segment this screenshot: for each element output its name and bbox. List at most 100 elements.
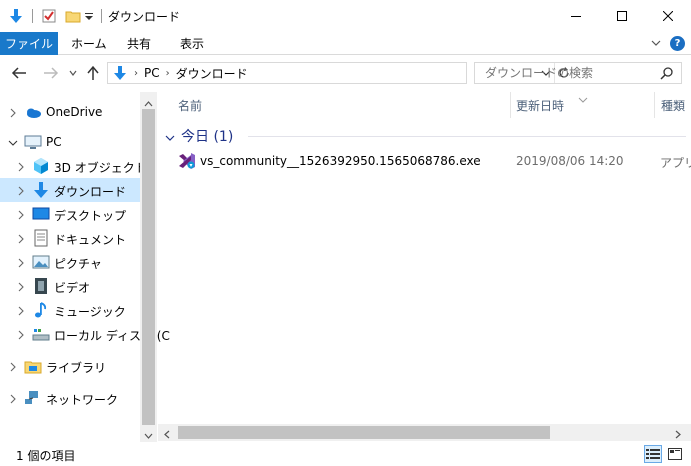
videos-icon xyxy=(32,277,50,295)
nav-item-music[interactable]: ミュージック xyxy=(0,298,140,322)
nav-item-documents[interactable]: ドキュメント xyxy=(0,226,140,250)
desktop-icon xyxy=(32,205,50,223)
expand-ribbon-icon[interactable] xyxy=(649,36,663,50)
back-button[interactable] xyxy=(10,65,28,81)
column-divider[interactable] xyxy=(510,92,511,118)
up-button[interactable] xyxy=(84,65,102,81)
minimize-icon xyxy=(571,15,581,17)
scrollbar-thumb[interactable] xyxy=(178,426,550,439)
tab-share[interactable]: 共有 xyxy=(127,32,151,55)
onedrive-icon xyxy=(24,103,42,121)
address-bar[interactable]: › PC › ダウンロード xyxy=(107,62,569,84)
large-icons-view-button[interactable] xyxy=(666,445,684,463)
nav-item-libraries[interactable]: ライブラリ xyxy=(0,354,140,378)
ribbon-tab-bar: ファイル ホーム 共有 表示 ? xyxy=(0,32,691,55)
chevron-down-icon[interactable] xyxy=(165,131,175,141)
breadcrumb-downloads[interactable]: ダウンロード xyxy=(176,65,248,82)
scroll-up-icon[interactable] xyxy=(144,96,153,110)
nav-item-downloads[interactable]: ダウンロード xyxy=(0,178,140,202)
nav-item-pc[interactable]: PC xyxy=(0,130,140,154)
column-header-name[interactable]: 名前 xyxy=(178,92,202,118)
scroll-left-icon[interactable] xyxy=(163,428,170,442)
scroll-right-icon[interactable] xyxy=(675,428,682,442)
nav-item-label: ライブラリ xyxy=(46,361,107,375)
quick-access-toolbar xyxy=(6,6,108,26)
pc-icon xyxy=(24,133,42,151)
nav-item-label: ダウンロード xyxy=(54,185,127,199)
status-bar: 1 個の項目 xyxy=(0,442,691,466)
up-arrow-icon xyxy=(87,65,99,80)
chevron-down-icon xyxy=(69,70,77,76)
tab-view[interactable]: 表示 xyxy=(180,32,204,55)
maximize-button[interactable] xyxy=(599,0,645,31)
search-icon[interactable] xyxy=(660,67,673,80)
nav-item-label: OneDrive xyxy=(46,105,103,119)
network-icon xyxy=(24,389,42,407)
recent-locations-button[interactable] xyxy=(64,65,82,81)
details-view-button[interactable] xyxy=(644,445,662,463)
close-button[interactable] xyxy=(645,0,691,31)
scrollbar-thumb[interactable] xyxy=(142,109,155,425)
chevron-right-icon[interactable] xyxy=(16,281,26,292)
column-divider[interactable] xyxy=(654,92,655,118)
horizontal-scrollbar[interactable] xyxy=(158,424,691,441)
nav-pane-scrollbar[interactable] xyxy=(140,92,157,442)
large-icons-view-icon xyxy=(668,448,682,460)
chevron-right-icon[interactable] xyxy=(16,257,26,268)
file-row[interactable]: vs_community__1526392950.1565068786.exe … xyxy=(174,150,691,172)
column-header-type[interactable]: 種類 xyxy=(661,92,685,118)
chevron-right-icon[interactable] xyxy=(8,361,18,372)
nav-item-3d-objects[interactable]: 3D オブジェクト xyxy=(0,154,147,178)
tab-file[interactable]: ファイル xyxy=(0,32,58,55)
nav-item-pictures[interactable]: ピクチャ xyxy=(0,250,140,274)
chevron-right-icon[interactable] xyxy=(8,393,18,404)
file-list-pane: 名前 更新日時 種類 今日 (1) vs_community__15263929… xyxy=(158,92,691,424)
file-date: 2019/08/06 14:20 xyxy=(516,154,624,168)
chevron-right-icon[interactable] xyxy=(16,305,26,316)
chevron-right-icon[interactable] xyxy=(16,329,26,340)
chevron-right-icon[interactable] xyxy=(8,107,18,118)
nav-item-videos[interactable]: ビデオ xyxy=(0,274,140,298)
nav-item-label: デスクトップ xyxy=(54,209,127,223)
nav-item-onedrive[interactable]: OneDrive xyxy=(0,100,140,124)
search-input[interactable] xyxy=(485,66,660,80)
window-title: ダウンロード xyxy=(108,10,181,24)
details-view-icon xyxy=(646,449,660,459)
local-disk-icon xyxy=(32,325,50,343)
customize-qat-icon[interactable] xyxy=(83,6,95,26)
search-box[interactable] xyxy=(474,62,682,84)
new-folder-icon[interactable] xyxy=(63,6,83,26)
properties-icon[interactable] xyxy=(39,6,59,26)
chevron-right-icon[interactable] xyxy=(16,161,26,172)
forward-button[interactable] xyxy=(42,65,60,81)
tab-home[interactable]: ホーム xyxy=(71,32,107,55)
minimize-button[interactable] xyxy=(553,0,599,31)
nav-item-local-disk[interactable]: ローカル ディスク (C xyxy=(0,322,170,346)
nav-item-label: ネットワーク xyxy=(46,393,119,407)
breadcrumb-chevron-icon[interactable]: › xyxy=(166,68,170,79)
column-header-date[interactable]: 更新日時 xyxy=(516,92,564,118)
nav-item-label: ドキュメント xyxy=(54,233,127,247)
file-type: アプリケ xyxy=(660,156,691,170)
downloads-icon xyxy=(32,181,50,199)
file-name: vs_community__1526392950.1565068786.exe xyxy=(200,154,481,168)
forward-arrow-icon xyxy=(44,67,59,79)
nav-item-label: ピクチャ xyxy=(54,257,102,271)
downloads-icon xyxy=(112,65,128,81)
close-icon xyxy=(663,10,673,21)
navigation-pane: OneDrive PC 3D オブジェクト ダウンロード デスクトップ ドキュメ… xyxy=(0,92,170,442)
nav-item-network[interactable]: ネットワーク xyxy=(0,386,140,410)
back-arrow-icon xyxy=(11,67,26,79)
chevron-down-icon[interactable] xyxy=(8,137,18,147)
breadcrumb-chevron-icon[interactable]: › xyxy=(134,68,138,79)
group-header-today[interactable]: 今日 (1) xyxy=(165,126,233,146)
breadcrumb-pc[interactable]: PC xyxy=(144,66,160,80)
chevron-right-icon[interactable] xyxy=(16,233,26,244)
chevron-right-icon[interactable] xyxy=(16,209,26,220)
documents-icon xyxy=(32,229,50,247)
nav-item-desktop[interactable]: デスクトップ xyxy=(0,202,140,226)
chevron-right-icon[interactable] xyxy=(16,185,26,196)
help-icon[interactable]: ? xyxy=(670,36,685,51)
3d-objects-icon xyxy=(32,157,50,175)
scroll-down-icon[interactable] xyxy=(144,429,153,443)
